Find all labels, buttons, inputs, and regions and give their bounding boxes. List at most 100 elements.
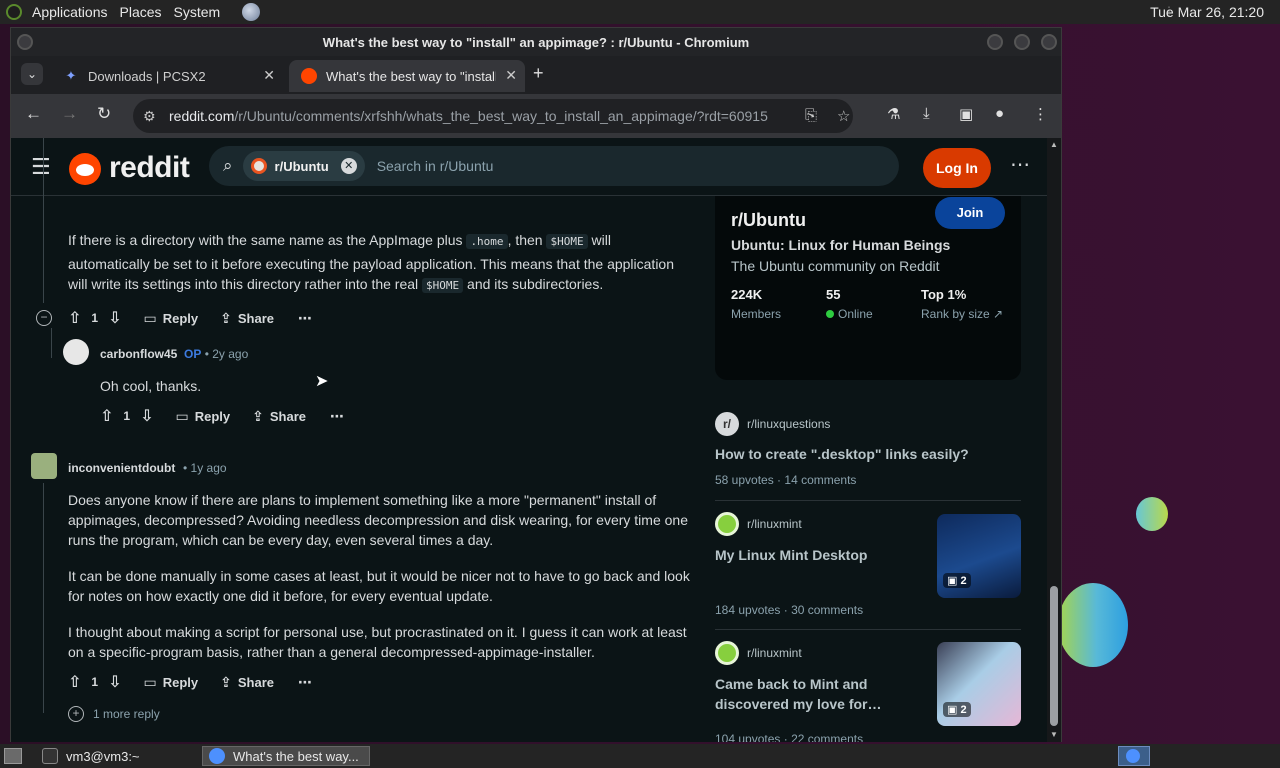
share-button[interactable]: ⇪ Share: [252, 408, 306, 425]
install-app-icon[interactable]: ⎘: [805, 107, 817, 124]
comment-more-icon[interactable]: ⋯: [298, 674, 312, 691]
header-more-icon[interactable]: ⋯: [1010, 152, 1030, 177]
window-title: What's the best way to "install" an appi…: [322, 34, 750, 50]
close-tab-icon[interactable]: ✕: [505, 67, 517, 84]
browser-menu-icon[interactable]: ⋮: [1033, 105, 1048, 123]
online-label: Online: [826, 307, 873, 321]
post-subreddit[interactable]: r/linuxmint: [715, 512, 802, 536]
reply-connector: [51, 328, 52, 358]
side-panel-icon[interactable]: ▣: [959, 105, 973, 123]
share-button[interactable]: ⇪ Share: [220, 310, 274, 327]
window-titlebar[interactable]: What's the best way to "install" an appi…: [11, 28, 1061, 56]
scroll-down-icon[interactable]: ▼: [1050, 730, 1058, 739]
reddit-logo-icon[interactable]: [69, 153, 101, 185]
upvote-icon[interactable]: ⇧: [68, 308, 81, 328]
tab-search-chevron-down-icon[interactable]: ⌄: [21, 63, 43, 85]
remove-chip-close-icon[interactable]: ✕: [340, 158, 357, 174]
vote-count: 1: [91, 675, 99, 689]
labs-flask-icon[interactable]: ⚗: [887, 105, 900, 123]
distro-logo-icon[interactable]: [6, 4, 22, 20]
comment-3-username[interactable]: inconvenientdoubt: [68, 461, 175, 475]
menu-system[interactable]: System: [174, 4, 221, 20]
post-subreddit[interactable]: r/linuxmint: [715, 641, 802, 665]
taskbar-item-chromium[interactable]: What's the best way...: [202, 746, 370, 766]
web-browser-launcher-icon[interactable]: [242, 3, 261, 21]
reddit-wordmark[interactable]: reddit: [109, 151, 190, 185]
close-window-icon[interactable]: [1041, 34, 1057, 50]
op-badge: OP: [184, 347, 202, 361]
tab-reddit-appimage[interactable]: What's the best way to "install" an appi…: [289, 60, 525, 92]
comment-bubble-icon: ▭: [175, 407, 189, 424]
avatar[interactable]: [31, 453, 57, 479]
upvote-icon[interactable]: ⇧: [100, 406, 113, 426]
comment-2-body: Oh cool, thanks.: [100, 378, 202, 394]
share-icon: ⇪: [220, 309, 232, 326]
post-title-line2[interactable]: discovered my love for…: [715, 694, 882, 714]
more-replies-link[interactable]: 1 more reply: [93, 707, 160, 721]
reply-button[interactable]: ▭ Reply: [144, 310, 199, 327]
minimize-icon[interactable]: [987, 34, 1003, 50]
download-icon[interactable]: ⤓: [923, 105, 930, 122]
expand-replies-plus-icon[interactable]: +: [68, 706, 84, 722]
reload-icon[interactable]: ↻: [97, 104, 111, 124]
comment-more-icon[interactable]: ⋯: [298, 310, 312, 327]
maximize-icon[interactable]: [1014, 34, 1030, 50]
gallery-count-badge: ▣ 2: [943, 702, 971, 717]
window-menu-icon[interactable]: [17, 34, 33, 50]
vote-count: 1: [91, 311, 99, 325]
post-stats: 104 upvotes · 22 comments: [715, 732, 864, 742]
comment-more-icon[interactable]: ⋯: [330, 408, 344, 425]
browser-toolbar: ← → ↻ ⚙ reddit.com/r/Ubuntu/comments/xrf…: [11, 94, 1061, 138]
taskbar-item-terminal[interactable]: vm3@vm3:~: [36, 746, 146, 766]
share-button[interactable]: ⇪ Share: [220, 674, 274, 691]
scroll-up-icon[interactable]: ▲: [1050, 140, 1058, 149]
login-button[interactable]: Log In: [923, 148, 991, 188]
address-bar[interactable]: ⚙ reddit.com/r/Ubuntu/comments/xrfshh/wh…: [133, 99, 853, 133]
forward-arrow-icon[interactable]: →: [61, 104, 78, 124]
post-title-line1[interactable]: Came back to Mint and: [715, 674, 867, 694]
search-placeholder: Search in r/Ubuntu: [376, 158, 494, 174]
thread-line[interactable]: [43, 138, 44, 303]
downvote-icon[interactable]: ⇩: [108, 672, 121, 692]
new-tab-plus-icon[interactable]: +: [533, 63, 544, 84]
post-title[interactable]: How to create ".desktop" links easily?: [715, 444, 969, 464]
community-name[interactable]: r/Ubuntu: [731, 210, 806, 231]
reply-button[interactable]: ▭ Reply: [144, 674, 199, 691]
close-tab-icon[interactable]: ✕: [263, 67, 275, 84]
menu-applications[interactable]: Applications: [32, 4, 108, 20]
comment-bubble-icon: ▭: [143, 673, 157, 690]
collapse-thread-icon[interactable]: −: [36, 310, 52, 326]
back-arrow-icon[interactable]: ←: [25, 104, 42, 124]
show-desktop-icon[interactable]: [4, 748, 22, 764]
join-button[interactable]: Join: [935, 197, 1005, 229]
hamburger-menu-icon[interactable]: ☰: [31, 154, 51, 180]
scrollbar-thumb[interactable]: [1050, 586, 1058, 726]
rank-label[interactable]: Rank by size ↗: [921, 307, 1003, 321]
profile-avatar-icon[interactable]: ●: [995, 105, 1004, 122]
thread-line[interactable]: [43, 483, 44, 713]
downvote-icon[interactable]: ⇩: [140, 406, 153, 426]
menu-places[interactable]: Places: [120, 4, 162, 20]
search-input[interactable]: ⌕ r/Ubuntu ✕ Search in r/Ubuntu: [209, 146, 899, 186]
members-label: Members: [731, 307, 782, 321]
comment-3-p2-l2: for notes on how exactly one did it befo…: [68, 588, 493, 604]
tray-chromium-icon[interactable]: [1126, 749, 1140, 763]
comment-1-actions: ⇧ 1 ⇩ ▭ Reply ⇪ Share ⋯: [68, 306, 312, 330]
downvote-icon[interactable]: ⇩: [108, 308, 121, 328]
post-subreddit[interactable]: r/ r/linuxquestions: [715, 412, 830, 436]
page-viewport: ☰ reddit ⌕ r/Ubuntu ✕ Search in r/Ubuntu…: [11, 138, 1061, 742]
top-panel: Applications Places System ⋮ Tue Mar 26,…: [0, 0, 1280, 24]
members-count: 224K: [731, 287, 763, 302]
subreddit-filter-chip[interactable]: r/Ubuntu ✕: [242, 151, 365, 181]
reply-button[interactable]: ▭ Reply: [176, 408, 231, 425]
upvote-icon[interactable]: ⇧: [68, 672, 81, 692]
comment-2-username[interactable]: carbonflow45: [100, 347, 177, 361]
site-info-icon[interactable]: ⚙: [143, 108, 163, 125]
tab-downloads-pcsx2[interactable]: ✦ Downloads | PCSX2 ✕: [51, 60, 283, 92]
bookmark-star-icon[interactable]: ☆: [837, 107, 850, 125]
post-title[interactable]: My Linux Mint Desktop: [715, 545, 867, 565]
panel-clock[interactable]: Tue Mar 26, 21:20: [1150, 4, 1264, 20]
page-scrollbar[interactable]: ▲ ▼: [1047, 138, 1061, 742]
avatar[interactable]: [63, 339, 89, 365]
share-icon: ⇪: [252, 407, 264, 424]
